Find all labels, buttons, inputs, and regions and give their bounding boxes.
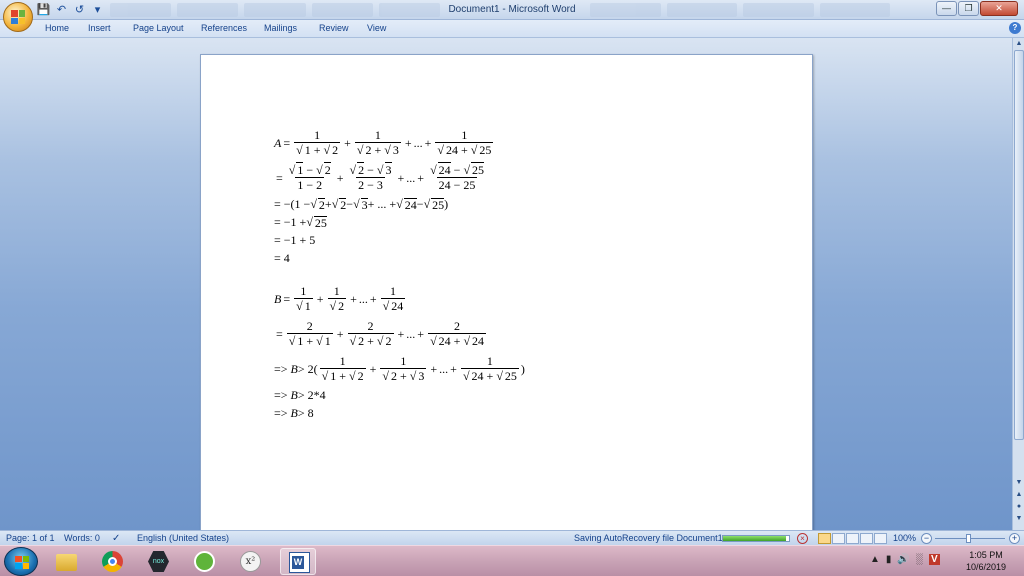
word-icon: W bbox=[289, 552, 310, 573]
language[interactable]: English (United States) bbox=[137, 533, 229, 543]
document-workspace: A = 1 √ 1 + √ 2 + 1 √ 2 + √ 3 +... + 1 √ 24 + √ 25 … bbox=[0, 38, 1012, 534]
equation-b-line-2: = 2 √ 1 + √ 1 + 2 √ 2 + √ 2 +... + 2 √ 24 + √ 24 bbox=[276, 318, 487, 348]
signal-icon[interactable]: ░ bbox=[916, 554, 923, 565]
help-icon[interactable]: ? bbox=[1009, 22, 1021, 34]
title-bar: 💾 ↶ ↺ ▾ Document1 - Microsoft Word — ❐ ✕ bbox=[0, 0, 1024, 32]
window-controls: — ❐ ✕ bbox=[936, 1, 1018, 16]
draft-icon[interactable] bbox=[874, 533, 887, 544]
green-app-icon bbox=[194, 551, 215, 572]
tab-mailings[interactable]: Mailings bbox=[264, 23, 297, 33]
autosave-progress-bar bbox=[722, 535, 790, 542]
network-adapter-icon[interactable]: ▮ bbox=[886, 554, 892, 565]
equation-a-line-2: = √ 1 − √ 2 1 − 2 + √ 2 − √ 3 2 − 3 +... + √ 24 … bbox=[276, 161, 485, 192]
cancel-save-icon[interactable]: × bbox=[797, 533, 808, 544]
close-icon[interactable]: ✕ bbox=[980, 1, 1018, 16]
print-layout-icon[interactable] bbox=[818, 533, 831, 544]
tab-page-layout[interactable]: Page Layout bbox=[133, 23, 184, 33]
system-tray: ▲ ▮ 🔊 ░ V bbox=[870, 554, 940, 565]
vertical-scrollbar[interactable]: ▲ ▼ ▲ ● ▼ bbox=[1012, 38, 1024, 530]
nox-icon: nox bbox=[148, 551, 169, 572]
zoom-out-icon[interactable]: − bbox=[921, 533, 932, 544]
document-page[interactable]: A = 1 √ 1 + √ 2 + 1 √ 2 + √ 3 +... + 1 √ 24 + √ 25 … bbox=[200, 54, 813, 534]
windows-logo-icon bbox=[15, 556, 29, 569]
restore-icon[interactable]: ❐ bbox=[958, 1, 979, 16]
window-title: Document1 - Microsoft Word bbox=[448, 4, 576, 15]
chrome-icon bbox=[102, 551, 123, 572]
previous-page-icon[interactable]: ▲ bbox=[1014, 490, 1024, 500]
ribbon-tabs: Home Insert Page Layout References Maili… bbox=[0, 20, 1024, 38]
tab-home[interactable]: Home bbox=[45, 23, 69, 33]
tab-references[interactable]: References bbox=[201, 23, 247, 33]
office-logo-icon bbox=[11, 10, 25, 24]
minimize-icon[interactable]: — bbox=[936, 1, 957, 16]
start-button[interactable] bbox=[4, 547, 38, 576]
equation-b-line-3: => B > 2( 1 √ 1 + √ 2 + 1 √ 2 + √ 3 +... + 1 √ 24… bbox=[274, 353, 525, 383]
next-page-icon[interactable]: ▼ bbox=[1014, 514, 1024, 524]
full-screen-reading-icon[interactable] bbox=[832, 533, 845, 544]
tab-view[interactable]: View bbox=[367, 23, 386, 33]
equation-a-line-5: = −1 + 5 bbox=[274, 233, 316, 247]
zoom-in-icon[interactable]: + bbox=[1009, 533, 1020, 544]
math-app-icon: x² bbox=[240, 551, 261, 572]
equation-b-line-4: => B > 2*4 bbox=[274, 388, 326, 402]
explorer-icon bbox=[56, 554, 77, 571]
math-content: A = 1 √ 1 + √ 2 + 1 √ 2 + √ 3 +... + 1 √ 24 + √ 25 … bbox=[274, 125, 525, 422]
taskbar: nox x² W ▲ ▮ 🔊 ░ V 1:05 PM 10/6/2019 bbox=[0, 545, 1024, 576]
equation-b-line-5: => B > 8 bbox=[274, 406, 314, 420]
show-hidden-icons-icon[interactable]: ▲ bbox=[870, 554, 880, 565]
page-count[interactable]: Page: 1 of 1 bbox=[6, 533, 55, 543]
taskbar-nox[interactable]: nox bbox=[140, 548, 176, 575]
taskbar-explorer[interactable] bbox=[48, 548, 84, 575]
outline-icon[interactable] bbox=[860, 533, 873, 544]
volume-icon[interactable]: 🔊 bbox=[897, 554, 909, 565]
clock-date: 10/6/2019 bbox=[965, 562, 1007, 572]
autosave-status: Saving AutoRecovery file Document1: bbox=[574, 533, 726, 543]
office-button[interactable] bbox=[3, 2, 33, 32]
tab-review[interactable]: Review bbox=[319, 23, 349, 33]
clock[interactable]: 1:05 PM 10/6/2019 bbox=[956, 549, 1016, 573]
v-app-icon[interactable]: V bbox=[928, 554, 940, 565]
select-browse-object-icon[interactable]: ● bbox=[1014, 502, 1024, 512]
taskbar-math-app[interactable]: x² bbox=[232, 548, 268, 575]
word-count[interactable]: Words: 0 bbox=[64, 533, 100, 543]
equation-b-line-1: B = 1 √ 1 + 1 √ 2 +... + 1 √ 24 bbox=[274, 283, 406, 313]
tab-insert[interactable]: Insert bbox=[88, 23, 111, 33]
scroll-thumb[interactable] bbox=[1014, 50, 1024, 440]
equation-a-line-1: A = 1 √ 1 + √ 2 + 1 √ 2 + √ 3 +... + 1 √ 24 + √ 25 bbox=[274, 127, 494, 157]
zoom-level[interactable]: 100% bbox=[893, 533, 916, 543]
taskbar-green-app[interactable] bbox=[186, 548, 222, 575]
web-layout-icon[interactable] bbox=[846, 533, 859, 544]
taskbar-word[interactable]: W bbox=[280, 548, 316, 575]
proofing-icon[interactable]: ✓ bbox=[112, 533, 120, 544]
taskbar-chrome[interactable] bbox=[94, 548, 130, 575]
zoom-slider-thumb[interactable] bbox=[966, 534, 971, 543]
equation-a-line-6: = 4 bbox=[274, 251, 290, 265]
equation-a-line-4: = −1 + √ 25 bbox=[274, 215, 327, 230]
scroll-down-icon[interactable]: ▼ bbox=[1014, 478, 1024, 488]
equation-a-line-3: = −(1 − √ 2 + √ 2 − √ 3 + ... + √ 24 − √ 25) bbox=[274, 197, 449, 212]
scroll-up-icon[interactable]: ▲ bbox=[1014, 39, 1024, 49]
status-bar: Page: 1 of 1 Words: 0 ✓ English (United … bbox=[0, 530, 1024, 545]
clock-time: 1:05 PM bbox=[969, 550, 1003, 560]
